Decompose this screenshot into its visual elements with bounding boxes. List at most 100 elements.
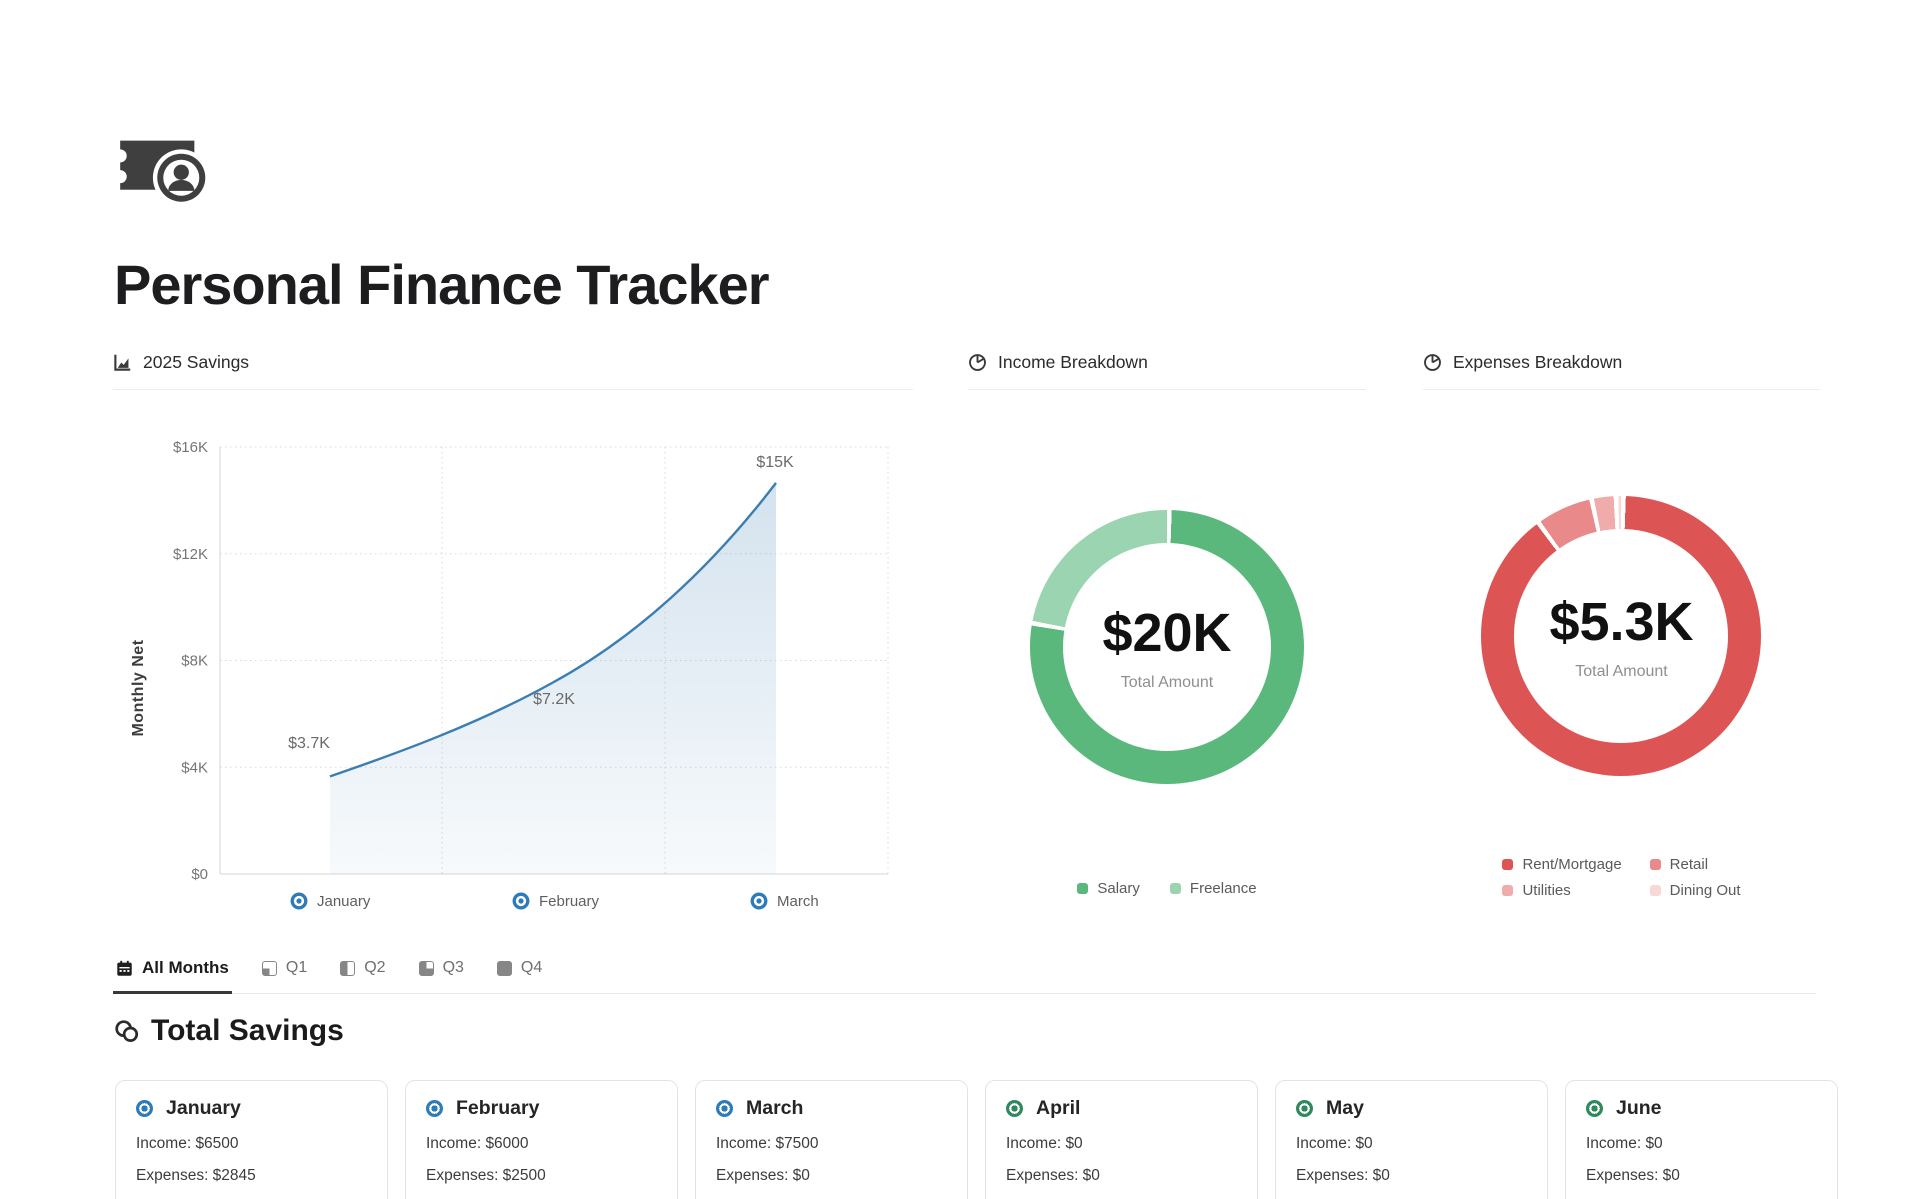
card-income: Income: $6000 [426,1135,657,1153]
point-label-february: $7.2K [533,691,575,708]
tab-q2-label: Q2 [364,959,385,977]
march-marker-dot [756,898,761,903]
legend-item-salary: Salary [1077,880,1140,897]
y-tick: $0 [191,866,208,883]
card-month-label: February [456,1097,539,1120]
freelance-swatch-icon [1170,883,1181,894]
june-ring-icon [1586,1100,1603,1117]
legend-item-retail: Retail [1650,856,1741,873]
dining-swatch-icon [1650,885,1661,896]
tab-q4[interactable]: Q4 [494,952,545,994]
february-marker-dot [518,898,523,903]
point-label-march: $15K [756,454,794,471]
card-month-label: May [1326,1097,1364,1120]
card-expenses: Expenses: $0 [1586,1167,1817,1185]
tab-q2[interactable]: Q2 [337,952,388,994]
month-card-may[interactable]: May Income: $0 Expenses: $0 Net: $0 [1275,1080,1548,1199]
month-card-april[interactable]: April Income: $0 Expenses: $0 Net: $0 [985,1080,1258,1199]
legend-item-freelance: Freelance [1170,880,1257,897]
x-label-january: January [317,893,371,910]
tab-q1-label: Q1 [286,959,307,977]
month-cards-row: January Income: $6500 Expenses: $2845 Ne… [115,1080,1838,1199]
y-tick: $4K [181,759,208,776]
area-fill [330,483,776,874]
card-expenses: Expenses: $0 [716,1167,947,1185]
expenses-donut-center: $5.3K Total Amount [1423,496,1820,776]
personal-finance-page: Personal Finance Tracker 2025 Savings In… [0,0,1920,1199]
retail-label: Retail [1670,856,1708,873]
salary-swatch-icon [1077,883,1088,894]
area-chart-icon [113,353,132,372]
tab-q4-label: Q4 [521,959,542,977]
salary-label: Salary [1097,880,1140,897]
expenses-total-value: $5.3K [1549,591,1693,653]
savings-panel-header: 2025 Savings [113,352,913,390]
march-ring-icon [716,1100,733,1117]
x-label-march: March [777,893,819,910]
card-expenses: Expenses: $2845 [136,1167,367,1185]
card-expenses: Expenses: $2500 [426,1167,657,1185]
tab-q3-label: Q3 [443,959,464,977]
card-month-label: April [1036,1097,1080,1120]
total-savings-title: Total Savings [151,1014,344,1048]
card-income: Income: $6500 [136,1135,367,1153]
freelance-label: Freelance [1190,880,1257,897]
january-ring-icon [136,1100,153,1117]
expenses-legend: Rent/Mortgage Retail Utilities Dining Ou… [1423,856,1820,899]
dining-label: Dining Out [1670,882,1741,899]
coins-icon [113,1018,140,1045]
february-ring-icon [426,1100,443,1117]
month-filter-tabs: All Months Q1 Q2 Q3 Q4 [113,952,1816,994]
april-ring-icon [1006,1100,1023,1117]
money-coin-icon [118,134,214,209]
y-tick: $8K [181,653,208,670]
quarter-3-icon [419,961,434,976]
utilities-label: Utilities [1522,882,1570,899]
utilities-swatch-icon [1502,885,1513,896]
legend-item-utilities: Utilities [1502,882,1621,899]
card-expenses: Expenses: $0 [1006,1167,1237,1185]
card-income: Income: $7500 [716,1135,947,1153]
y-axis-title: Monthly Net [130,639,147,736]
may-ring-icon [1296,1100,1313,1117]
calendar-icon [116,960,133,977]
retail-swatch-icon [1650,859,1661,870]
month-card-january[interactable]: January Income: $6500 Expenses: $2845 Ne… [115,1080,388,1199]
card-month-label: January [166,1097,241,1120]
y-tick: $12K [173,546,208,563]
savings-panel-title: 2025 Savings [143,352,249,373]
savings-area-chart: $16K $12K $8K $4K $0 Monthly Net $3.7K $… [113,410,913,920]
january-marker-dot [296,898,301,903]
total-savings-header: Total Savings [113,1014,344,1048]
tab-q3[interactable]: Q3 [416,952,467,994]
pie-chart-icon [1423,353,1442,372]
legend-item-rent: Rent/Mortgage [1502,856,1621,873]
tab-all-months[interactable]: All Months [113,952,232,994]
card-income: Income: $0 [1586,1135,1817,1153]
month-card-february[interactable]: February Income: $6000 Expenses: $2500 N… [405,1080,678,1199]
tab-q1[interactable]: Q1 [259,952,310,994]
month-card-june[interactable]: June Income: $0 Expenses: $0 Net: $0 [1565,1080,1838,1199]
card-month-label: June [1616,1097,1662,1120]
income-panel-title: Income Breakdown [998,352,1148,373]
x-label-february: February [539,893,600,910]
rent-label: Rent/Mortgage [1522,856,1621,873]
quarter-2-icon [340,961,355,976]
tab-all-months-label: All Months [142,958,229,978]
month-card-march[interactable]: March Income: $7500 Expenses: $0 Net: $7… [695,1080,968,1199]
page-title: Personal Finance Tracker [114,252,769,317]
income-donut-center: $20K Total Amount [968,510,1366,784]
income-total-label: Total Amount [1121,674,1214,692]
quarter-4-icon [497,961,512,976]
y-tick: $16K [173,439,208,456]
expenses-panel-title: Expenses Breakdown [1453,352,1622,373]
income-total-value: $20K [1102,602,1231,664]
point-label-january: $3.7K [288,735,330,752]
rent-swatch-icon [1502,859,1513,870]
income-panel-header: Income Breakdown [968,352,1366,390]
expenses-total-label: Total Amount [1575,663,1668,681]
card-month-label: March [746,1097,803,1120]
quarter-1-icon [262,961,277,976]
card-income: Income: $0 [1296,1135,1527,1153]
card-income: Income: $0 [1006,1135,1237,1153]
